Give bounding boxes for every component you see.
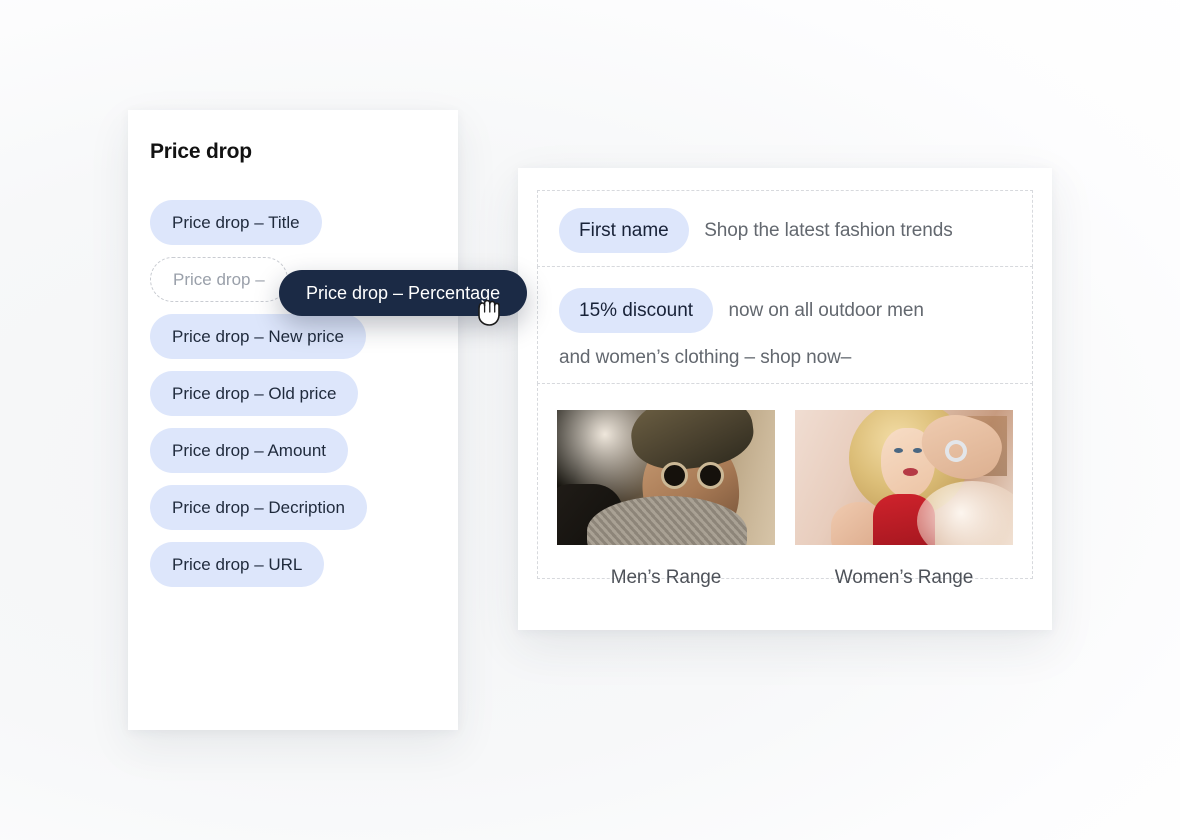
email-block-greeting[interactable]: First name Shop the latest fashion trend… [537,190,1033,267]
merge-tag-chip-new-price[interactable]: Price drop – New price [150,314,366,359]
merge-token-first-name[interactable]: First name [559,208,689,253]
page-title: Price drop [150,140,252,163]
mens-range-label: Men’s Range [610,567,722,588]
merge-tag-chip-url[interactable]: Price drop – URL [150,542,325,587]
list-item: Price drop – Amount [150,428,448,485]
womens-range-label: Women’s Range [834,567,974,588]
email-block-offer[interactable]: 15% discount now on all outdoor men and … [537,266,1033,384]
offer-text-line-1: now on all outdoor men [728,299,924,321]
offer-text-line-2: and women’s clothing – shop now– [559,347,852,368]
list-item: Price drop – Decription [150,485,448,542]
list-item: Price drop – Title [150,200,448,257]
merge-tag-list: Price drop – Title Price drop – Price dr… [150,200,448,599]
merge-token-discount[interactable]: 15% discount [559,288,714,333]
merge-tag-chip-title[interactable]: Price drop – Title [150,200,322,245]
list-item: Price drop – New price [150,314,448,371]
merge-tags-panel: Price drop Price drop – Title Price drop… [128,110,458,730]
mens-range-photo [557,410,775,545]
dragged-merge-tag-chip[interactable]: Price drop – Percentage [279,270,528,316]
merge-tag-drop-placeholder[interactable]: Price drop – [150,257,288,302]
list-item: Price drop – Old price [150,371,448,428]
product-card-womens[interactable]: Women’s Range [795,410,1013,589]
merge-tag-chip-old-price[interactable]: Price drop – Old price [150,371,359,416]
merge-tag-chip-description[interactable]: Price drop – Decription [150,485,367,530]
greeting-text: Shop the latest fashion trends [704,219,953,241]
email-preview-panel: First name Shop the latest fashion trend… [518,168,1052,630]
list-item: Price drop – URL [150,542,448,599]
product-card-mens[interactable]: Men’s Range [557,410,775,589]
merge-tag-chip-amount[interactable]: Price drop – Amount [150,428,349,473]
womens-range-photo [795,410,1013,545]
product-card-grid: Men’s Range Women’s Range [557,410,1013,589]
